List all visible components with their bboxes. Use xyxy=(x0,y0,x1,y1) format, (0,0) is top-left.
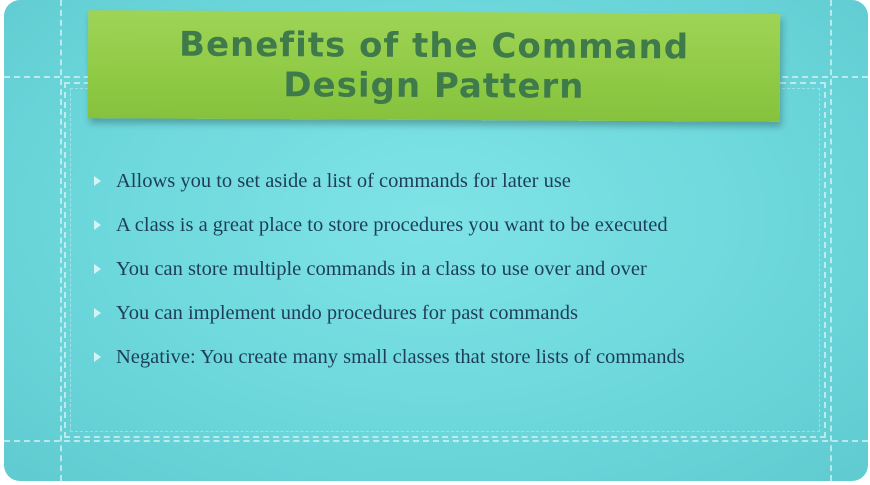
bullet-text: Allows you to set aside a list of comman… xyxy=(116,170,571,192)
stitch-line-left xyxy=(60,0,62,481)
slide-title: Benefits of the Command Design Pattern xyxy=(178,24,690,107)
bullet-list: Allows you to set aside a list of comman… xyxy=(92,170,792,390)
bullet-arrow-icon xyxy=(94,220,101,230)
bullet-text: Negative: You create many small classes … xyxy=(116,346,685,368)
bullet-text: You can store multiple commands in a cla… xyxy=(116,258,647,280)
stitch-line-right xyxy=(830,0,832,481)
bullet-arrow-icon xyxy=(94,352,101,362)
slide: Benefits of the Command Design Pattern A… xyxy=(4,0,868,481)
title-banner: Benefits of the Command Design Pattern xyxy=(87,10,781,122)
bullet-arrow-icon xyxy=(94,264,101,274)
bullet-item: A class is a great place to store proced… xyxy=(92,214,792,236)
bullet-arrow-icon xyxy=(94,308,101,318)
bullet-item: You can store multiple commands in a cla… xyxy=(92,258,792,280)
bullet-text: You can implement undo procedures for pa… xyxy=(116,302,578,324)
bullet-text: A class is a great place to store proced… xyxy=(116,214,668,236)
stitch-line-bottom xyxy=(4,440,868,442)
bullet-item: Allows you to set aside a list of comman… xyxy=(92,170,792,192)
bullet-item: Negative: You create many small classes … xyxy=(92,346,792,368)
bullet-arrow-icon xyxy=(94,176,101,186)
bullet-item: You can implement undo procedures for pa… xyxy=(92,302,792,324)
